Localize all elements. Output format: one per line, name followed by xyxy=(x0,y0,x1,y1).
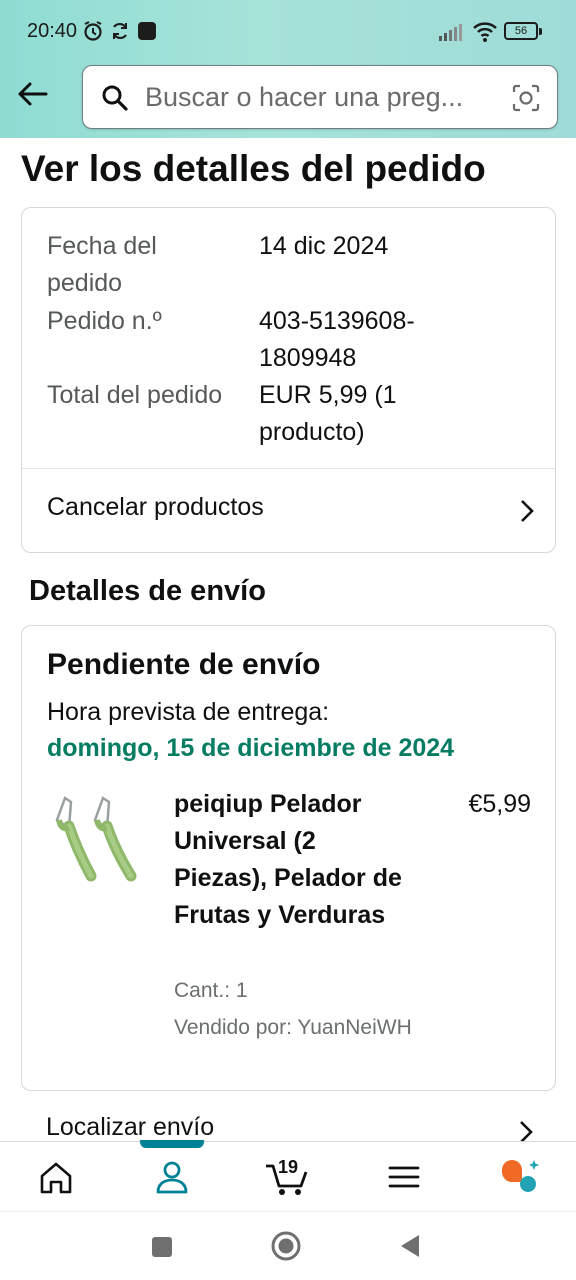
recent-apps-icon[interactable] xyxy=(150,1235,174,1259)
alarm-icon xyxy=(84,21,102,41)
sync-icon xyxy=(113,22,127,40)
eta-label: Hora prevista de entrega: xyxy=(47,698,330,726)
product-quantity: Cant.: 1 xyxy=(174,979,248,1002)
order-number-label: Pedido n.º xyxy=(47,307,162,335)
wifi-icon xyxy=(473,22,497,42)
order-total-value: EUR 5,99 (1 producto) xyxy=(259,381,397,446)
track-shipment-row[interactable]: Localizar envío xyxy=(0,1095,576,1143)
page-title: Ver los detalles del pedido xyxy=(21,148,486,189)
system-navigation-bar xyxy=(0,1211,576,1280)
cancel-products-row[interactable]: Cancelar productos xyxy=(22,469,555,552)
order-total-label: Total del pedido xyxy=(47,381,223,409)
status-bar: 20:40 56 xyxy=(0,0,576,64)
app-notification-icon xyxy=(138,22,156,40)
battery-indicator: 56 xyxy=(504,22,542,40)
app-header: 20:40 56 Buscar o hacer una preg... xyxy=(0,0,576,138)
back-button-icon[interactable] xyxy=(398,1233,422,1259)
order-date-label: Fecha del pedido xyxy=(47,232,157,297)
back-arrow-icon[interactable] xyxy=(14,76,52,112)
status-time: 20:40 xyxy=(27,20,78,42)
product-seller: Vendido por: YuanNeiWH xyxy=(174,1016,412,1039)
search-bar[interactable]: Buscar o hacer una preg... xyxy=(82,65,558,129)
home-icon[interactable] xyxy=(34,1156,78,1198)
menu-icon[interactable] xyxy=(382,1156,426,1198)
search-icon xyxy=(102,85,128,111)
order-number-value: 403-5139608-1809948 xyxy=(259,307,415,372)
shipping-section-title: Detalles de envío xyxy=(29,575,266,607)
shipment-status: Pendiente de envío xyxy=(47,648,321,681)
signal-icon xyxy=(439,24,462,41)
eta-date: domingo, 15 de diciembre de 2024 xyxy=(47,734,455,762)
camera-scan-icon[interactable] xyxy=(511,83,541,113)
search-input[interactable]: Buscar o hacer una preg... xyxy=(145,82,495,113)
assistant-icon[interactable] xyxy=(498,1156,542,1198)
shipment-card: Pendiente de envío Hora prevista de entr… xyxy=(21,625,556,1091)
account-icon[interactable] xyxy=(150,1156,194,1198)
order-date-value: 14 dic 2024 xyxy=(259,232,389,260)
track-shipment-label: Localizar envío xyxy=(46,1113,215,1141)
order-details-page: 20:40 56 Buscar o hacer una preg... Ver … xyxy=(0,0,576,1280)
chevron-right-icon xyxy=(521,500,534,522)
product-title-link[interactable]: peiqiup Pelador Universal (2 Piezas), Pe… xyxy=(174,786,404,934)
order-summary-card: Fecha del pedido 14 dic 2024 Pedido n.º … xyxy=(21,207,556,553)
cancel-products-label: Cancelar productos xyxy=(47,493,264,521)
peeler-product-image[interactable] xyxy=(47,790,149,890)
active-tab-indicator xyxy=(140,1140,204,1148)
home-button-icon[interactable] xyxy=(270,1230,302,1262)
product-price: €5,99 xyxy=(468,790,531,818)
cart-count-badge: 19 xyxy=(278,1157,299,1177)
